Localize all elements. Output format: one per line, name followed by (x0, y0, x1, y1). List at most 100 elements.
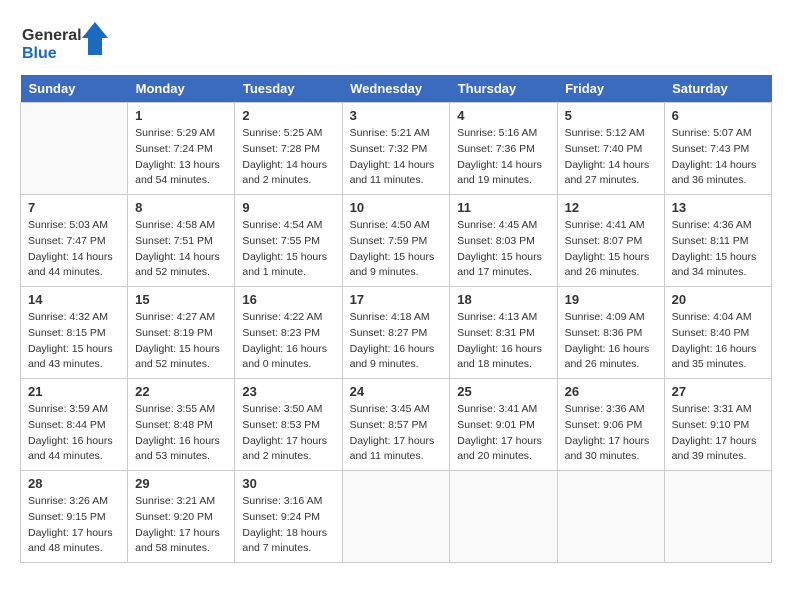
day-number: 27 (672, 384, 764, 399)
day-number: 5 (565, 108, 657, 123)
calendar-cell: 23 Sunrise: 3:50 AMSunset: 8:53 PMDayligh… (235, 379, 342, 471)
day-number: 21 (28, 384, 120, 399)
calendar-cell (664, 471, 771, 563)
weekday-header-tuesday: Tuesday (235, 75, 342, 103)
calendar-week-row: 14 Sunrise: 4:32 AMSunset: 8:15 PMDayligh… (21, 287, 772, 379)
calendar-week-row: 21 Sunrise: 3:59 AMSunset: 8:44 PMDayligh… (21, 379, 772, 471)
calendar-cell: 25 Sunrise: 3:41 AMSunset: 9:01 PMDayligh… (450, 379, 557, 471)
day-info: Sunrise: 4:09 AMSunset: 8:36 PMDaylight:… (565, 310, 657, 373)
day-number: 28 (28, 476, 120, 491)
logo-svg: General Blue (20, 20, 110, 65)
calendar-cell (342, 471, 450, 563)
day-info: Sunrise: 3:41 AMSunset: 9:01 PMDaylight:… (457, 402, 549, 465)
day-info: Sunrise: 3:16 AMSunset: 9:24 PMDaylight:… (242, 494, 334, 557)
calendar-cell: 29 Sunrise: 3:21 AMSunset: 9:20 PMDayligh… (128, 471, 235, 563)
day-info: Sunrise: 3:31 AMSunset: 9:10 PMDaylight:… (672, 402, 764, 465)
page-header: General Blue (20, 20, 772, 65)
calendar-cell: 3 Sunrise: 5:21 AMSunset: 7:32 PMDaylight… (342, 103, 450, 195)
day-info: Sunrise: 5:07 AMSunset: 7:43 PMDaylight:… (672, 126, 764, 189)
svg-text:Blue: Blue (22, 45, 57, 62)
calendar-cell: 11 Sunrise: 4:45 AMSunset: 8:03 PMDayligh… (450, 195, 557, 287)
calendar-cell: 6 Sunrise: 5:07 AMSunset: 7:43 PMDaylight… (664, 103, 771, 195)
weekday-header-friday: Friday (557, 75, 664, 103)
day-info: Sunrise: 4:04 AMSunset: 8:40 PMDaylight:… (672, 310, 764, 373)
calendar-cell: 27 Sunrise: 3:31 AMSunset: 9:10 PMDayligh… (664, 379, 771, 471)
day-number: 15 (135, 292, 227, 307)
day-number: 6 (672, 108, 764, 123)
day-info: Sunrise: 3:50 AMSunset: 8:53 PMDaylight:… (242, 402, 334, 465)
day-info: Sunrise: 4:32 AMSunset: 8:15 PMDaylight:… (28, 310, 120, 373)
day-number: 24 (350, 384, 443, 399)
weekday-header-row: SundayMondayTuesdayWednesdayThursdayFrid… (21, 75, 772, 103)
calendar-cell: 14 Sunrise: 4:32 AMSunset: 8:15 PMDayligh… (21, 287, 128, 379)
day-info: Sunrise: 4:22 AMSunset: 8:23 PMDaylight:… (242, 310, 334, 373)
calendar-cell: 4Sunrise: 5:16 AMSunset: 7:36 PMDaylight… (450, 103, 557, 195)
calendar-week-row: 1 Sunrise: 5:29 AMSunset: 7:24 PMDaylight… (21, 103, 772, 195)
weekday-header-monday: Monday (128, 75, 235, 103)
day-number: 13 (672, 200, 764, 215)
weekday-header-wednesday: Wednesday (342, 75, 450, 103)
calendar-cell: 26 Sunrise: 3:36 AMSunset: 9:06 PMDayligh… (557, 379, 664, 471)
calendar-week-row: 7Sunrise: 5:03 AMSunset: 7:47 PMDaylight… (21, 195, 772, 287)
calendar-cell: 7Sunrise: 5:03 AMSunset: 7:47 PMDaylight… (21, 195, 128, 287)
day-info: Sunrise: 5:16 AMSunset: 7:36 PMDaylight:… (457, 126, 549, 189)
day-number: 29 (135, 476, 227, 491)
logo: General Blue (20, 20, 110, 65)
calendar-cell: 28 Sunrise: 3:26 AMSunset: 9:15 PMDayligh… (21, 471, 128, 563)
day-info: Sunrise: 5:29 AMSunset: 7:24 PMDaylight:… (135, 126, 227, 189)
day-info: Sunrise: 5:25 AMSunset: 7:28 PMDaylight:… (242, 126, 334, 189)
calendar-cell: 17 Sunrise: 4:18 AMSunset: 8:27 PMDayligh… (342, 287, 450, 379)
day-number: 1 (135, 108, 227, 123)
day-info: Sunrise: 4:54 AMSunset: 7:55 PMDaylight:… (242, 218, 334, 281)
calendar-cell: 10Sunrise: 4:50 AMSunset: 7:59 PMDayligh… (342, 195, 450, 287)
calendar-cell: 2 Sunrise: 5:25 AMSunset: 7:28 PMDaylight… (235, 103, 342, 195)
day-number: 12 (565, 200, 657, 215)
calendar-cell: 12 Sunrise: 4:41 AMSunset: 8:07 PMDayligh… (557, 195, 664, 287)
day-info: Sunrise: 3:26 AMSunset: 9:15 PMDaylight:… (28, 494, 120, 557)
day-number: 30 (242, 476, 334, 491)
day-number: 25 (457, 384, 549, 399)
day-info: Sunrise: 4:45 AMSunset: 8:03 PMDaylight:… (457, 218, 549, 281)
day-info: Sunrise: 4:18 AMSunset: 8:27 PMDaylight:… (350, 310, 443, 373)
day-info: Sunrise: 4:41 AMSunset: 8:07 PMDaylight:… (565, 218, 657, 281)
calendar-cell: 16 Sunrise: 4:22 AMSunset: 8:23 PMDayligh… (235, 287, 342, 379)
calendar-cell (557, 471, 664, 563)
day-info: Sunrise: 4:58 AMSunset: 7:51 PMDaylight:… (135, 218, 227, 281)
calendar-cell: 19 Sunrise: 4:09 AMSunset: 8:36 PMDayligh… (557, 287, 664, 379)
svg-text:General: General (22, 27, 82, 44)
day-number: 8 (135, 200, 227, 215)
day-number: 9 (242, 200, 334, 215)
day-number: 22 (135, 384, 227, 399)
calendar-cell: 13 Sunrise: 4:36 AMSunset: 8:11 PMDayligh… (664, 195, 771, 287)
day-info: Sunrise: 3:45 AMSunset: 8:57 PMDaylight:… (350, 402, 443, 465)
day-number: 7 (28, 200, 120, 215)
day-info: Sunrise: 3:21 AMSunset: 9:20 PMDaylight:… (135, 494, 227, 557)
day-number: 20 (672, 292, 764, 307)
calendar-cell: 24 Sunrise: 3:45 AMSunset: 8:57 PMDayligh… (342, 379, 450, 471)
calendar-cell (450, 471, 557, 563)
calendar-week-row: 28 Sunrise: 3:26 AMSunset: 9:15 PMDayligh… (21, 471, 772, 563)
calendar-cell: 22 Sunrise: 3:55 AMSunset: 8:48 PMDayligh… (128, 379, 235, 471)
day-info: Sunrise: 4:13 AMSunset: 8:31 PMDaylight:… (457, 310, 549, 373)
day-number: 3 (350, 108, 443, 123)
calendar-cell: 15Sunrise: 4:27 AMSunset: 8:19 PMDayligh… (128, 287, 235, 379)
calendar-cell: 8 Sunrise: 4:58 AMSunset: 7:51 PMDaylight… (128, 195, 235, 287)
weekday-header-saturday: Saturday (664, 75, 771, 103)
day-info: Sunrise: 4:36 AMSunset: 8:11 PMDaylight:… (672, 218, 764, 281)
day-number: 23 (242, 384, 334, 399)
day-number: 26 (565, 384, 657, 399)
day-info: Sunrise: 5:21 AMSunset: 7:32 PMDaylight:… (350, 126, 443, 189)
weekday-header-thursday: Thursday (450, 75, 557, 103)
day-number: 19 (565, 292, 657, 307)
day-number: 11 (457, 200, 549, 215)
calendar-cell: 9 Sunrise: 4:54 AMSunset: 7:55 PMDaylight… (235, 195, 342, 287)
day-number: 17 (350, 292, 443, 307)
day-info: Sunrise: 3:59 AMSunset: 8:44 PMDaylight:… (28, 402, 120, 465)
day-info: Sunrise: 4:50 AMSunset: 7:59 PMDaylight:… (350, 218, 443, 281)
day-info: Sunrise: 3:55 AMSunset: 8:48 PMDaylight:… (135, 402, 227, 465)
day-info: Sunrise: 3:36 AMSunset: 9:06 PMDaylight:… (565, 402, 657, 465)
day-number: 14 (28, 292, 120, 307)
weekday-header-sunday: Sunday (21, 75, 128, 103)
day-number: 16 (242, 292, 334, 307)
day-number: 2 (242, 108, 334, 123)
